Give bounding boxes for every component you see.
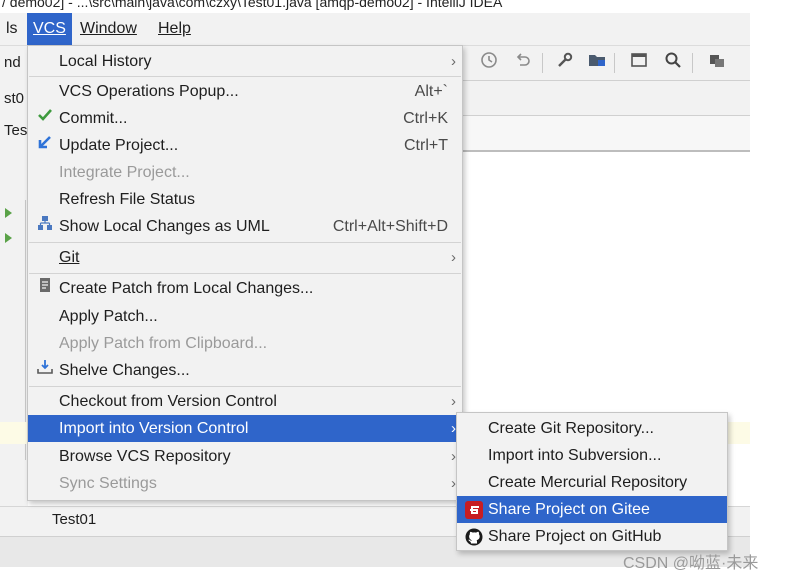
menu-item-create-mercurial-repository[interactable]: Create Mercurial Repository xyxy=(457,469,727,496)
menu-item-import-into-vcs[interactable]: Import into Version Control › xyxy=(28,415,462,442)
patch-icon xyxy=(36,275,54,302)
menu-bar: ls VCS Window Help xyxy=(0,13,750,46)
checkmark-icon xyxy=(36,105,54,132)
menu-item-label: Shelve Changes... xyxy=(59,362,190,379)
history-icon[interactable] xyxy=(478,51,500,73)
menu-item-create-patch[interactable]: Create Patch from Local Changes... xyxy=(28,275,462,302)
menu-item-shortcut: Alt+` xyxy=(414,83,448,100)
window-title-bar: / demo02] - ...\src\main\java\com\czxy\T… xyxy=(0,0,801,13)
menu-item-label: Sync Settings xyxy=(59,475,157,492)
menu-item-label: Browse VCS Repository xyxy=(59,448,231,465)
menu-item-browse-vcs-repository[interactable]: Browse VCS Repository › xyxy=(28,443,462,470)
menu-item-show-local-changes-uml[interactable]: Show Local Changes as UML Ctrl+Alt+Shift… xyxy=(28,213,462,240)
menu-item-label: Show Local Changes as UML xyxy=(59,218,270,235)
chevron-right-icon: › xyxy=(451,393,456,410)
menu-item-shortcut: Ctrl+Alt+Shift+D xyxy=(332,218,448,235)
menu-item-label: Local History xyxy=(59,53,152,70)
menu-item-git[interactable]: Git › xyxy=(28,244,462,271)
panel-text-2: st0 xyxy=(4,90,25,107)
import-vcs-submenu: Create Git Repository... Import into Sub… xyxy=(456,412,728,551)
menu-vcs[interactable]: VCS xyxy=(27,13,72,45)
menu-help[interactable]: Help xyxy=(152,13,197,45)
menu-item-vcs-operations-popup[interactable]: VCS Operations Popup... Alt+` xyxy=(28,78,462,105)
shelve-icon xyxy=(36,357,54,384)
chevron-right-icon: › xyxy=(451,53,456,70)
menu-tools[interactable]: ls xyxy=(0,13,24,45)
menu-item-update-project[interactable]: Update Project... Ctrl+T xyxy=(28,132,462,159)
editor-tab-area xyxy=(462,81,750,115)
menu-item-label: Integrate Project... xyxy=(59,164,190,181)
breadcrumb-class[interactable]: Test01 xyxy=(52,511,96,528)
uml-icon xyxy=(36,213,54,240)
menu-item-import-subversion[interactable]: Import into Subversion... xyxy=(457,442,727,469)
menu-item-local-history[interactable]: Local History › xyxy=(28,48,462,75)
menu-item-label: Commit... xyxy=(59,110,128,127)
toolbar-separator xyxy=(692,53,693,73)
menu-item-label: Apply Patch from Clipboard... xyxy=(59,335,268,352)
menu-separator xyxy=(29,242,461,243)
search-icon[interactable] xyxy=(662,51,684,73)
menu-separator xyxy=(29,273,461,274)
menu-item-label: Create Mercurial Repository xyxy=(488,474,688,491)
menu-item-label: Apply Patch... xyxy=(59,308,158,325)
toolbar-separator xyxy=(542,53,543,73)
menu-item-integrate-project[interactable]: Integrate Project... xyxy=(28,159,462,186)
menu-item-label: Update Project... xyxy=(59,137,179,154)
watermark-text: CSDN @呦蓝·未来 xyxy=(623,555,759,572)
menu-item-label: Refresh File Status xyxy=(59,191,196,208)
menu-item-label: Share Project on Gitee xyxy=(488,501,650,518)
panel-text-1: nd xyxy=(4,54,21,71)
wrench-icon[interactable] xyxy=(554,51,576,73)
menu-item-refresh-file-status[interactable]: Refresh File Status xyxy=(28,186,462,213)
menu-item-label: Share Project on GitHub xyxy=(488,528,662,545)
menu-item-label: Create Git Repository... xyxy=(488,420,654,437)
editor-header xyxy=(462,115,750,152)
menu-item-create-git-repository[interactable]: Create Git Repository... xyxy=(457,415,727,442)
menu-item-checkout-vcs[interactable]: Checkout from Version Control › xyxy=(28,388,462,415)
menu-item-apply-patch[interactable]: Apply Patch... xyxy=(28,303,462,330)
menu-item-shortcut: Ctrl+T xyxy=(404,137,448,154)
menu-item-share-on-gitee[interactable]: Share Project on Gitee xyxy=(457,496,727,523)
menu-help-label: Help xyxy=(158,20,191,37)
menu-item-sync-settings[interactable]: Sync Settings › xyxy=(28,470,462,497)
menu-vcs-label: VCS xyxy=(33,20,66,37)
menu-item-label: Git xyxy=(59,249,80,266)
menu-item-label: Import into Version Control xyxy=(59,420,249,437)
menu-item-share-on-github[interactable]: Share Project on GitHub xyxy=(457,523,727,550)
menu-window-label: Window xyxy=(80,20,137,37)
vcs-menu: Local History › VCS Operations Popup... … xyxy=(27,45,463,501)
run-window-icon[interactable] xyxy=(628,51,650,73)
menu-item-shelve-changes[interactable]: Shelve Changes... xyxy=(28,357,462,384)
menu-item-apply-patch-clipboard[interactable]: Apply Patch from Clipboard... xyxy=(28,330,462,357)
chevron-right-icon: › xyxy=(451,249,456,266)
github-icon xyxy=(465,523,483,550)
menu-separator xyxy=(29,76,461,77)
gutter-divider xyxy=(25,200,26,460)
database-icon[interactable] xyxy=(706,51,728,73)
menu-window[interactable]: Window xyxy=(74,13,143,45)
window-title: / demo02] - ...\src\main\java\com\czxy\T… xyxy=(2,0,503,10)
main-toolbar xyxy=(462,46,750,81)
project-structure-icon[interactable] xyxy=(586,51,608,73)
menu-separator xyxy=(29,386,461,387)
menu-item-label: VCS Operations Popup... xyxy=(59,83,239,100)
update-arrow-icon xyxy=(36,132,54,159)
menu-item-shortcut: Ctrl+K xyxy=(403,110,448,127)
menu-item-label: Create Patch from Local Changes... xyxy=(59,280,314,297)
menu-item-label: Import into Subversion... xyxy=(488,447,662,464)
toolbar-separator xyxy=(614,53,615,73)
menu-item-label: Checkout from Version Control xyxy=(59,393,277,410)
gitee-icon xyxy=(465,496,483,523)
revert-icon[interactable] xyxy=(512,51,534,73)
run-gutter-icon[interactable] xyxy=(5,208,12,218)
run-gutter-icon[interactable] xyxy=(5,233,12,243)
menu-item-commit[interactable]: Commit... Ctrl+K xyxy=(28,105,462,132)
